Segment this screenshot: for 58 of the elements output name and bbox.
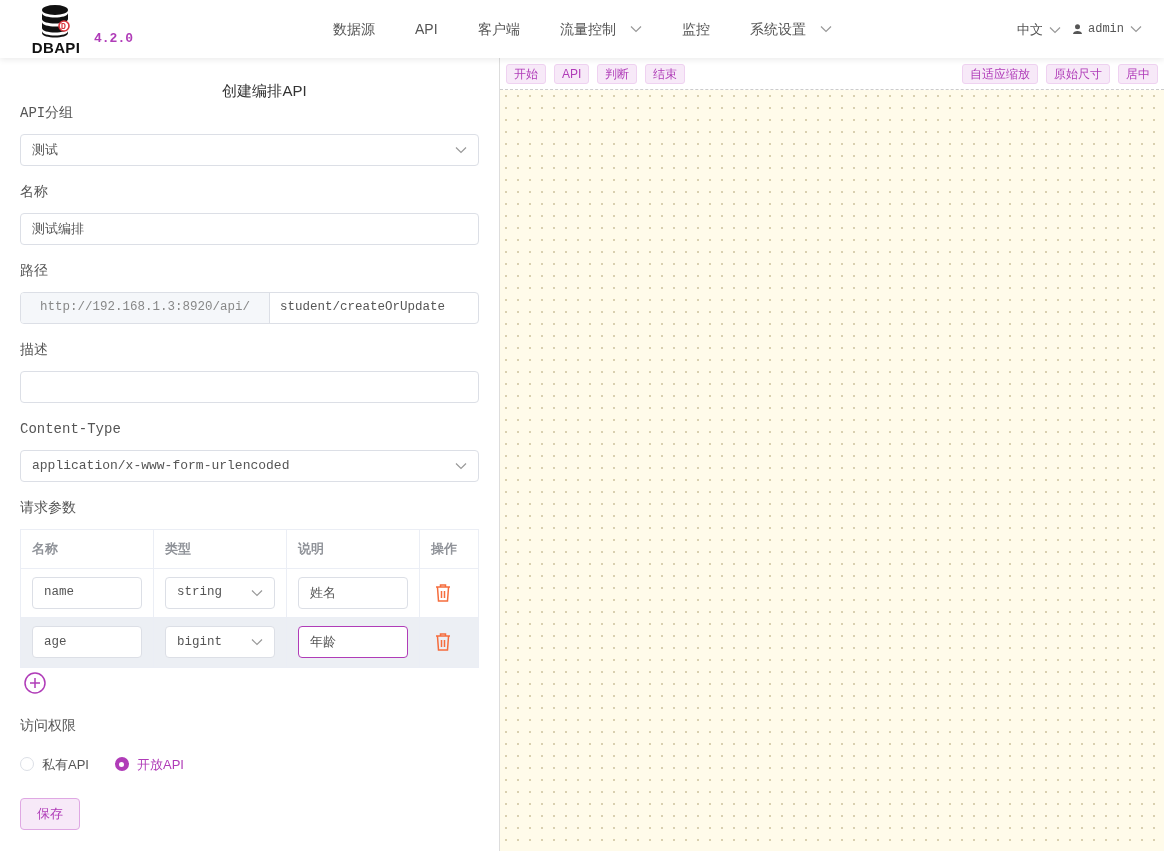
field-label: 请求参数 bbox=[20, 498, 77, 518]
name-input[interactable]: 测试编排 bbox=[20, 212, 479, 245]
radio-button[interactable] bbox=[114, 757, 129, 772]
param-name-input[interactable]: name bbox=[32, 576, 142, 609]
caret-icon bbox=[1049, 26, 1061, 34]
nav-item[interactable]: 监控 bbox=[681, 18, 710, 40]
toolbar-button[interactable]: 结束 bbox=[645, 63, 686, 84]
group-select[interactable]: 测试 bbox=[20, 133, 479, 166]
column-header: 类型 bbox=[165, 539, 191, 558]
column-header: 操作 bbox=[431, 539, 457, 558]
add-icon[interactable] bbox=[24, 671, 46, 694]
nav-item[interactable]: 系统设置 bbox=[749, 18, 832, 40]
field-label: 路径 bbox=[20, 261, 49, 281]
save-button[interactable]: 保存 bbox=[20, 798, 80, 830]
user-menu[interactable]: admin bbox=[1073, 20, 1142, 38]
radio-option[interactable]: 开放API bbox=[114, 754, 184, 774]
nav-item[interactable]: 数据源 bbox=[333, 18, 375, 40]
caret-icon bbox=[455, 461, 467, 470]
logo-text: DBAPI bbox=[31, 39, 81, 55]
param-name-input[interactable]: age bbox=[32, 626, 142, 658]
caret-icon bbox=[251, 588, 263, 597]
caret-icon bbox=[819, 25, 832, 33]
param-type-select[interactable]: bigint bbox=[165, 626, 275, 658]
param-note-input[interactable]: 姓名 bbox=[298, 576, 408, 609]
form-title: 创建编排API bbox=[221, 81, 308, 101]
caret-icon bbox=[251, 638, 263, 646]
field-label: 名称 bbox=[20, 182, 49, 202]
toolbar-button[interactable]: 判断 bbox=[597, 63, 638, 84]
trash-icon[interactable] bbox=[435, 583, 451, 602]
field-label: 访问权限 bbox=[20, 716, 77, 736]
toolbar-button[interactable]: 自适应缩放 bbox=[962, 63, 1038, 84]
version-label: 4.2.0 bbox=[94, 30, 133, 49]
field-label: Content-Type bbox=[20, 419, 122, 439]
radio-button[interactable] bbox=[20, 757, 34, 772]
nav-item[interactable]: 流量控制 bbox=[559, 18, 642, 40]
trash-icon[interactable] bbox=[435, 633, 451, 651]
param-note-input[interactable]: 年龄 bbox=[298, 626, 408, 658]
caret-icon bbox=[629, 25, 642, 33]
caret-icon bbox=[455, 145, 467, 154]
language-menu[interactable]: 中文 bbox=[1017, 20, 1061, 40]
caret-icon bbox=[1130, 25, 1142, 33]
field-label: 描述 bbox=[20, 340, 49, 360]
description-input[interactable] bbox=[20, 370, 479, 403]
nav-item[interactable]: API bbox=[415, 18, 438, 40]
toolbar-button[interactable]: 原始尺寸 bbox=[1046, 63, 1110, 84]
field-label: API分组 bbox=[20, 103, 75, 123]
toolbar-button[interactable]: 居中 bbox=[1118, 63, 1158, 84]
database-icon bbox=[40, 3, 72, 40]
user-icon bbox=[1073, 24, 1082, 34]
content-type-select[interactable]: application/x-www-form-urlencoded bbox=[20, 449, 479, 482]
toolbar-button[interactable]: 开始 bbox=[506, 63, 546, 84]
radio-option[interactable]: 私有API bbox=[20, 754, 89, 774]
canvas-grid[interactable] bbox=[500, 90, 1164, 851]
param-type-select[interactable]: string bbox=[165, 576, 275, 609]
column-header: 说明 bbox=[298, 539, 324, 558]
nav-item[interactable]: 客户端 bbox=[477, 18, 520, 40]
toolbar-button[interactable]: API bbox=[554, 63, 590, 84]
column-header: 名称 bbox=[32, 539, 58, 558]
